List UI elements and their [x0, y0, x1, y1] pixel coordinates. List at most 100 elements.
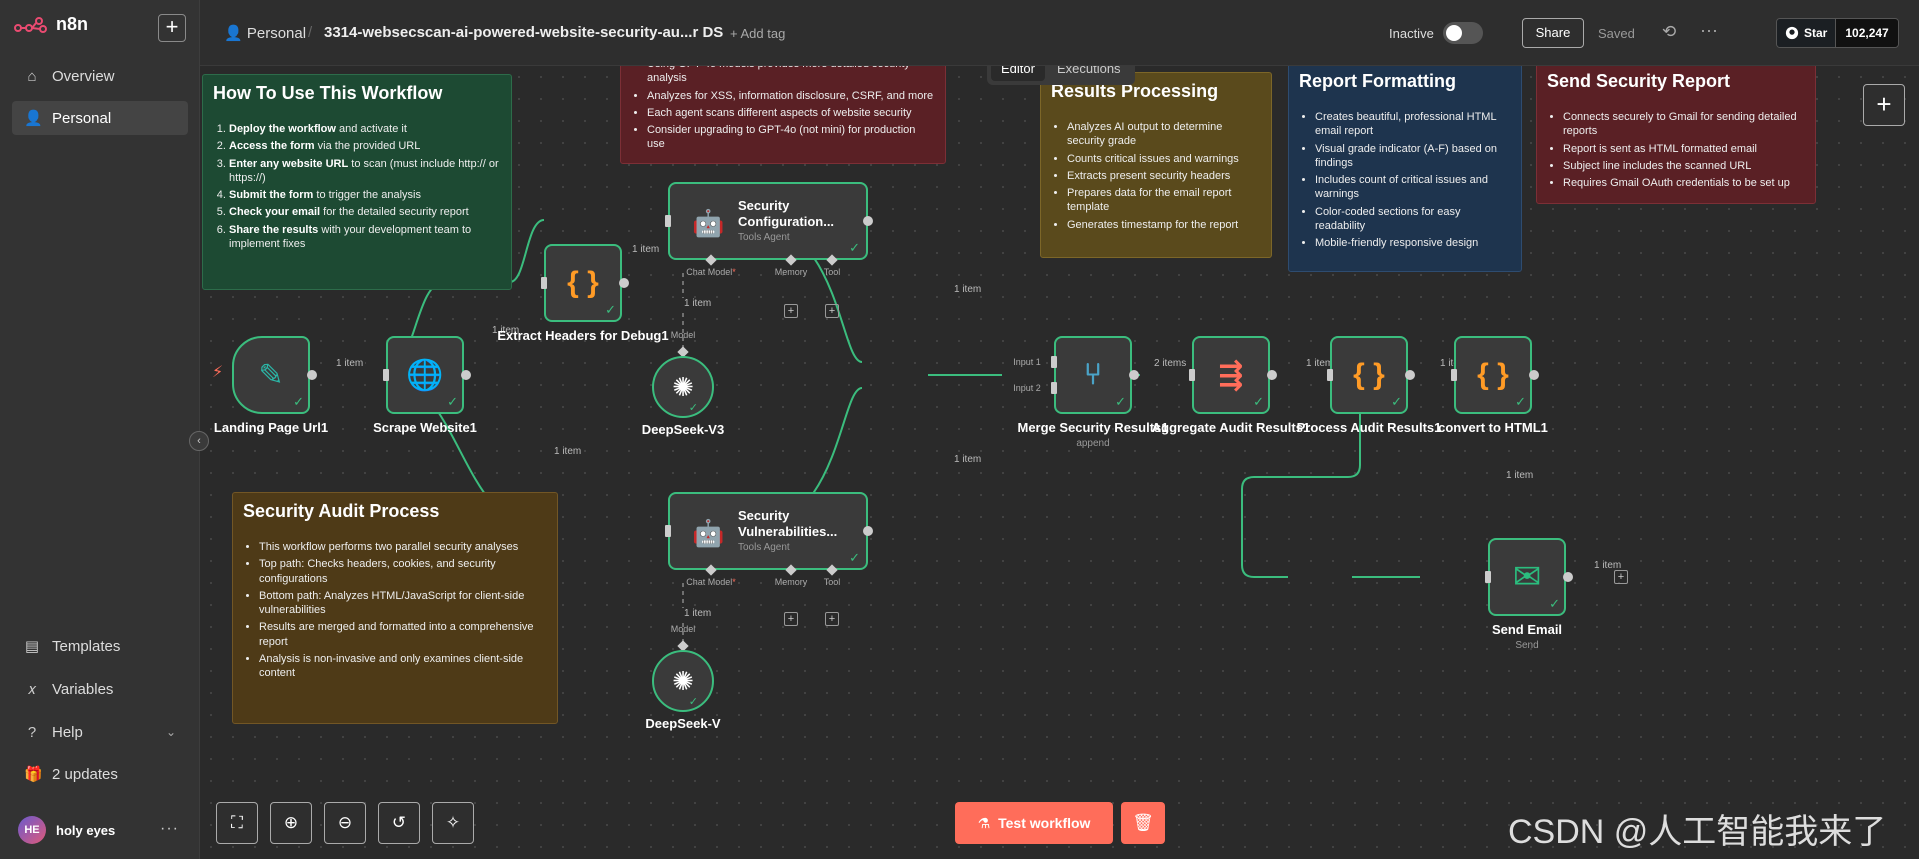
test-workflow-button[interactable]: ⚗ Test workflow: [955, 802, 1113, 844]
input-handle[interactable]: [1451, 369, 1457, 381]
add-tool-button[interactable]: +: [825, 612, 839, 626]
notes-list: Using GPT-4o models provides more detail…: [631, 66, 935, 152]
node-aggregate-audit-results[interactable]: ⇶ ✓: [1192, 336, 1270, 414]
share-button[interactable]: Share: [1522, 18, 1584, 48]
input-handle[interactable]: [665, 215, 671, 227]
input-handle[interactable]: [383, 369, 389, 381]
node-extract-headers[interactable]: { } ✓: [544, 244, 622, 322]
node-merge-security-results[interactable]: ⑂ ✓: [1054, 336, 1132, 414]
breadcrumb-project[interactable]: 👤 Personal: [224, 24, 306, 42]
add-memory-button[interactable]: +: [784, 304, 798, 318]
delete-button[interactable]: 🗑: [1121, 802, 1165, 844]
active-toggle[interactable]: [1443, 22, 1483, 44]
output-handle[interactable]: [619, 278, 629, 288]
input-handle[interactable]: [1485, 571, 1491, 583]
tab-executions[interactable]: Executions: [1047, 66, 1131, 81]
github-star-button[interactable]: Star 102,247: [1776, 18, 1899, 48]
success-check-icon: ✓: [605, 302, 616, 317]
sidebar-item-updates[interactable]: 🎁 2 updates: [12, 757, 188, 791]
input-label: Input 2: [1013, 383, 1041, 393]
sticky-report-formatting[interactable]: Report Formatting Creates beautiful, pro…: [1288, 66, 1522, 272]
success-check-icon: ✓: [1253, 394, 1264, 409]
zoom-out-icon: ⊖: [337, 813, 353, 832]
undo-icon: ↺: [391, 813, 407, 832]
more-options-icon[interactable]: ···: [1700, 20, 1718, 41]
user-options-icon[interactable]: ···: [160, 820, 179, 838]
brand[interactable]: n8n: [14, 14, 88, 35]
node-process-audit-results[interactable]: { } ✓: [1330, 336, 1408, 414]
node-label: Extract Headers for Debug1: [497, 328, 669, 343]
workflow-canvas[interactable]: Editor Executions How To Use This Workfl…: [200, 66, 1919, 859]
input-handle[interactable]: [1189, 369, 1195, 381]
history-icon[interactable]: ⟲: [1662, 22, 1676, 42]
tab-editor[interactable]: Editor: [991, 66, 1045, 81]
add-tag-button[interactable]: + Add tag: [730, 26, 785, 41]
sticky-how-to-use[interactable]: How To Use This Workflow Deploy the work…: [202, 74, 512, 290]
success-check-icon: ✓: [849, 550, 860, 565]
sidebar-item-overview[interactable]: ⌂ Overview: [12, 59, 188, 93]
sticky-agent-notes[interactable]: Using GPT-4o models provides more detail…: [620, 66, 946, 164]
node-landing-page[interactable]: ✎ ✓: [232, 336, 310, 414]
output-handle[interactable]: [307, 370, 317, 380]
node-label: Process Audit Results1: [1296, 420, 1442, 435]
add-next-node-button[interactable]: +: [1614, 570, 1628, 584]
edge-label: 1 item: [552, 446, 584, 457]
output-handle[interactable]: [863, 526, 873, 536]
input-handle-2[interactable]: [1051, 382, 1057, 394]
input-handle[interactable]: [1327, 369, 1333, 381]
sticky-title: Send Security Report: [1547, 71, 1731, 91]
sidebar-item-personal[interactable]: 👤 Personal: [12, 101, 188, 135]
create-button[interactable]: +: [158, 14, 186, 42]
robot-icon: 🤖: [692, 518, 725, 548]
tidy-up-button[interactable]: ✧: [432, 802, 474, 844]
node-convert-to-html[interactable]: { } ✓: [1454, 336, 1532, 414]
node-send-email[interactable]: ✉ ✓: [1488, 538, 1566, 616]
sidebar-item-variables[interactable]: 𝑥 Variables: [12, 672, 188, 706]
port-label: Model: [670, 330, 696, 340]
input-handle[interactable]: [665, 525, 671, 537]
help-icon: ?: [27, 723, 37, 741]
templates-icon: ▤: [24, 638, 40, 655]
list-item: Enter any website URL to scan (must incl…: [229, 157, 501, 186]
output-handle[interactable]: [1129, 370, 1139, 380]
output-handle[interactable]: [461, 370, 471, 380]
port-label: Memory: [774, 577, 808, 587]
add-tool-button[interactable]: +: [825, 304, 839, 318]
input-handle[interactable]: [541, 277, 547, 289]
user-icon: 👤: [224, 25, 243, 42]
node-subtitle: Send: [1515, 640, 1539, 651]
list-item: Check your email for the detailed securi…: [229, 205, 501, 219]
sidebar-item-help[interactable]: ? Help ⌄: [12, 715, 188, 749]
list-item: Color-coded sections for easy readabilit…: [1315, 205, 1511, 234]
sidebar-item-templates[interactable]: ▤ Templates: [12, 629, 188, 663]
agent-title: Security Configuration...: [738, 198, 835, 229]
reset-zoom-button[interactable]: ↺: [378, 802, 420, 844]
list-item: Extracts present security headers: [1067, 169, 1261, 183]
zoom-in-button[interactable]: ⊕: [270, 802, 312, 844]
output-handle[interactable]: [1563, 572, 1573, 582]
node-security-vulnerabilities-agent[interactable]: 🤖 Security Vulnerabilities... Tools Agen…: [668, 492, 868, 570]
zoom-out-button[interactable]: ⊖: [324, 802, 366, 844]
sticky-results-processing[interactable]: Results Processing Analyzes AI output to…: [1040, 72, 1272, 258]
node-deepseek-v3[interactable]: ✺ ✓: [652, 356, 714, 418]
user-menu[interactable]: HE holy eyes: [18, 816, 115, 844]
node-deepseek-v[interactable]: ✺ ✓: [652, 650, 714, 712]
sticky-security-audit-process[interactable]: Security Audit Process This workflow per…: [232, 492, 558, 724]
workflow-name[interactable]: 3314-websecscan-ai-powered-website-secur…: [324, 24, 723, 41]
success-check-icon: ✓: [293, 394, 304, 409]
fit-view-button[interactable]: ⛶: [216, 802, 258, 844]
collapse-sidebar-button[interactable]: ‹: [189, 431, 209, 451]
success-check-icon: ✓: [1515, 394, 1526, 409]
output-handle[interactable]: [1529, 370, 1539, 380]
add-node-button[interactable]: +: [1863, 84, 1905, 126]
output-handle[interactable]: [863, 216, 873, 226]
output-handle[interactable]: [1267, 370, 1277, 380]
input-handle-1[interactable]: [1051, 356, 1057, 368]
watermark: CSDN @人工智能我来了: [1508, 813, 1887, 851]
add-memory-button[interactable]: +: [784, 612, 798, 626]
output-handle[interactable]: [1405, 370, 1415, 380]
sticky-send-report[interactable]: Send Security Report Connects securely t…: [1536, 66, 1816, 204]
node-scrape-website[interactable]: 🌐 ✓: [386, 336, 464, 414]
node-security-configuration-agent[interactable]: 🤖 Security Configuration... Tools Agent …: [668, 182, 868, 260]
input-label: Input 1: [1013, 357, 1041, 367]
